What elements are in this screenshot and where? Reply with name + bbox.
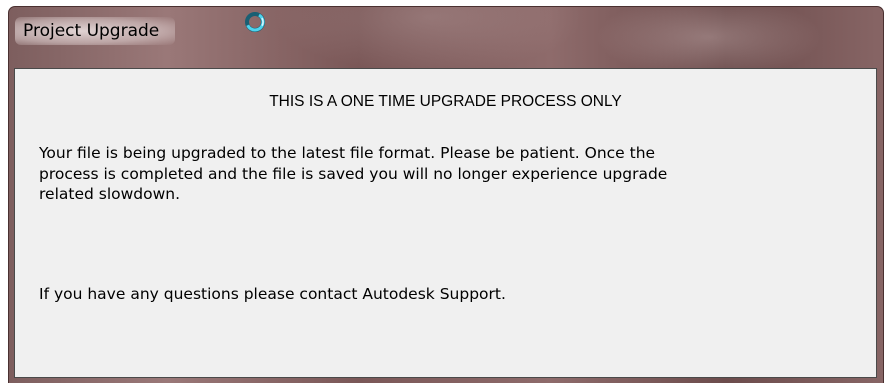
upgrade-heading: THIS IS A ONE TIME UPGRADE PROCESS ONLY — [269, 93, 622, 110]
contact-support-text: If you have any questions please contact… — [39, 285, 506, 303]
message-panel: THIS IS A ONE TIME UPGRADE PROCESS ONLY … — [14, 68, 877, 378]
upgrade-message-line: related slowdown. — [39, 185, 181, 203]
window-bottom-border[interactable] — [9, 377, 883, 383]
busy-spinner-icon — [245, 12, 265, 32]
window-title: Project Upgrade — [23, 21, 160, 41]
project-upgrade-dialog: Project Upgrade THIS IS A ONE TIME UPGRA… — [8, 6, 884, 383]
upgrade-message: Your file is being upgraded to the lates… — [39, 143, 859, 205]
title-bar[interactable]: Project Upgrade — [9, 7, 883, 51]
title-plate: Project Upgrade — [15, 17, 176, 45]
upgrade-message-line: process is completed and the file is sav… — [39, 164, 668, 183]
upgrade-message-line: Your file is being upgraded to the lates… — [39, 144, 656, 162]
